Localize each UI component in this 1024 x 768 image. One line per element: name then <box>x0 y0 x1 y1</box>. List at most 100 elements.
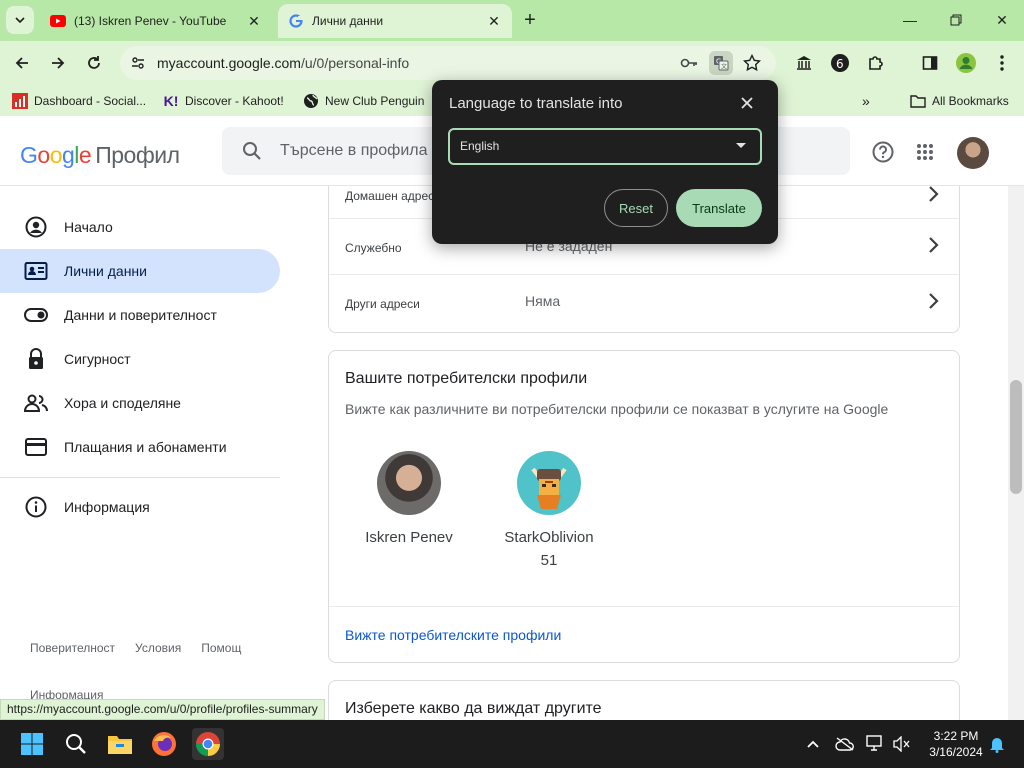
back-icon[interactable] <box>8 49 36 77</box>
kahoot-icon: K! <box>163 93 179 109</box>
visibility-title: Изберете какво да виждат другите <box>345 700 602 717</box>
firefox-icon[interactable] <box>148 728 180 760</box>
profiles-subtitle: Вижте как различните ви потребителски пр… <box>345 401 889 417</box>
tab-title: Лични данни <box>312 14 384 28</box>
language-select[interactable]: English <box>448 128 762 165</box>
address-label: Служебно <box>345 241 402 255</box>
bookmarks-overflow-icon[interactable]: » <box>862 92 870 110</box>
address-value: Няма <box>525 293 561 309</box>
chevron-right-icon <box>929 186 939 202</box>
translate-button[interactable]: Translate <box>676 189 762 227</box>
minimize-icon[interactable]: — <box>898 8 922 32</box>
system-clock[interactable]: 3:22 PM 3/16/2024 <box>920 728 992 760</box>
restore-icon[interactable] <box>944 8 968 32</box>
tab-strip: (13) Iskren Penev - YouTube ✕ Лични данн… <box>0 0 1024 41</box>
network-icon[interactable] <box>866 734 886 754</box>
address-label: Домашен адрес <box>345 189 435 203</box>
extension-6-icon[interactable]: 6 <box>826 49 854 77</box>
view-profiles-link[interactable]: Вижте потребителските профили <box>345 627 561 643</box>
page-scrollbar[interactable] <box>1008 186 1024 720</box>
nav-item-people-sharing[interactable]: Хора и споделяне <box>0 381 280 425</box>
chrome-icon[interactable] <box>192 728 224 760</box>
forward-icon[interactable] <box>44 49 72 77</box>
nav-item-data-privacy[interactable]: Данни и поверителност <box>0 293 280 337</box>
google-g-icon <box>288 13 304 29</box>
extensions-puzzle-icon[interactable] <box>862 49 890 77</box>
svg-text:6: 6 <box>836 57 844 71</box>
search-icon[interactable] <box>60 728 92 760</box>
profiles-card: Вашите потребителски профили Вижте как р… <box>328 350 960 663</box>
nav-item-about[interactable]: Информация <box>0 485 280 529</box>
chevron-right-icon <box>929 293 939 309</box>
visibility-card: Изберете какво да виждат другите <box>328 680 960 720</box>
tray-overflow-icon[interactable] <box>803 734 823 754</box>
help-icon[interactable] <box>871 140 895 164</box>
google-account-logo[interactable]: Google Профил <box>20 142 180 169</box>
translate-title: Language to translate into <box>449 95 623 112</box>
bookmark-kahoot[interactable]: K! Discover - Kahoot! <box>163 92 284 110</box>
url-text: myaccount.google.com/u/0/personal-info <box>157 55 410 71</box>
info-icon <box>24 495 48 519</box>
privacy-link[interactable]: Поверителност <box>30 641 115 655</box>
help-link[interactable]: Помощ <box>201 641 241 655</box>
taskbar: 3:22 PM 3/16/2024 <box>0 720 1024 768</box>
menu-dots-icon[interactable] <box>988 49 1016 77</box>
profile-avatar-icon[interactable] <box>952 49 980 77</box>
bank-icon[interactable] <box>790 49 818 77</box>
reload-icon[interactable] <box>80 49 108 77</box>
dropdown-arrow-icon <box>736 143 746 148</box>
side-navigation: Начало Лични данни Данни и поверителност… <box>0 186 290 720</box>
globe-icon <box>303 93 319 109</box>
star-icon[interactable] <box>742 53 762 77</box>
notification-bell-icon[interactable] <box>987 734 1007 754</box>
terms-link[interactable]: Условия <box>135 641 181 655</box>
tab-personal-info[interactable]: Лични данни ✕ <box>278 4 512 38</box>
nav-item-personal-info[interactable]: Лични данни <box>0 249 280 293</box>
nav-item-payments[interactable]: Плащания и абонаменти <box>0 425 280 469</box>
windows-start-icon[interactable] <box>16 728 48 760</box>
close-icon[interactable] <box>736 92 758 114</box>
tab-search-button[interactable] <box>6 6 34 34</box>
all-bookmarks-button[interactable]: All Bookmarks <box>910 92 1009 110</box>
cloud-icon[interactable] <box>835 734 855 754</box>
main-content: Домашен адрес Служебно Не е зададен Друг… <box>290 186 1000 720</box>
close-window-icon[interactable]: ✕ <box>990 8 1014 32</box>
nav-item-home[interactable]: Начало <box>0 205 280 249</box>
account-avatar[interactable] <box>957 137 989 169</box>
file-explorer-icon[interactable] <box>104 728 136 760</box>
address-label: Други адреси <box>345 297 420 311</box>
profiles-title: Вашите потребителски профили <box>345 370 588 387</box>
volume-muted-icon[interactable] <box>892 734 912 754</box>
profile-card-starkoblivion[interactable]: StarkOblivion 51 <box>489 451 609 569</box>
tab-youtube[interactable]: (13) Iskren Penev - YouTube ✕ <box>40 4 272 38</box>
close-tab-icon[interactable]: ✕ <box>246 13 262 29</box>
nav-divider <box>0 477 280 478</box>
side-panel-icon[interactable] <box>916 49 944 77</box>
selected-language: English <box>460 139 500 153</box>
folder-icon <box>910 93 926 109</box>
address-bar[interactable]: myaccount.google.com/u/0/personal-info G… <box>120 46 776 80</box>
id-card-icon <box>24 259 48 283</box>
tab-title: (13) Iskren Penev - YouTube <box>74 14 227 28</box>
scrollbar-thumb[interactable] <box>1010 380 1022 494</box>
search-input[interactable]: Търсене в профила <box>280 142 428 160</box>
svg-text:文: 文 <box>721 63 727 71</box>
translate-icon[interactable]: G文 <box>709 51 733 75</box>
chevron-down-icon <box>15 17 25 23</box>
new-tab-button[interactable]: + <box>518 8 542 32</box>
nav-item-security[interactable]: Сигурност <box>0 337 280 381</box>
apps-grid-icon[interactable] <box>913 140 937 164</box>
bookmark-club-penguin[interactable]: New Club Penguin <box>303 92 424 110</box>
reset-button[interactable]: Reset <box>604 189 668 227</box>
translate-popup: Language to translate into English Reset… <box>432 80 778 244</box>
profile-photo <box>377 451 441 515</box>
address-row-other[interactable]: Други адреси Няма <box>329 275 959 331</box>
google-wordmark: Google <box>20 142 92 168</box>
key-icon[interactable] <box>680 55 698 76</box>
search-icon <box>242 141 262 166</box>
profile-card-iskren[interactable]: Iskren Penev <box>349 451 469 546</box>
site-info-icon[interactable] <box>130 55 146 76</box>
divider <box>329 606 959 607</box>
close-tab-icon[interactable]: ✕ <box>486 13 502 29</box>
bookmark-dashboard[interactable]: Dashboard - Social... <box>12 92 146 110</box>
